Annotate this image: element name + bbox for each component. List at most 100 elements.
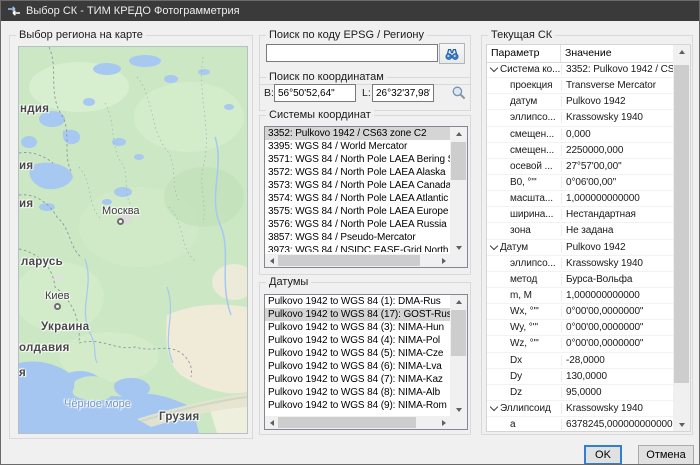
param-row[interactable]: зона Не задана [487, 223, 673, 239]
coordinate-system-item[interactable]: 3352: Pulkovo 1942 / CS63 zone C2 [265, 127, 450, 140]
param-row[interactable]: Dy 130,0000 [487, 369, 673, 385]
chevron-down-icon[interactable] [487, 68, 500, 71]
titlebar[interactable]: Выбор СК - ТИМ КРЕДО Фотограмметрия [1, 1, 699, 21]
map-label-text: ндия [20, 103, 49, 115]
chevron-down-icon[interactable] [487, 181, 500, 184]
scroll-right-arrow-icon[interactable] [437, 254, 450, 267]
scroll-thumb[interactable] [451, 142, 466, 180]
datums-horizontal-scrollbar[interactable] [265, 416, 450, 429]
param-row[interactable]: ширина... Нестандартная [487, 207, 673, 223]
scroll-thumb[interactable] [674, 65, 689, 383]
scroll-thumb[interactable] [278, 255, 420, 266]
scroll-left-arrow-icon[interactable] [265, 254, 278, 267]
chevron-down-icon[interactable] [487, 310, 500, 313]
systems-vertical-scrollbar[interactable] [450, 127, 467, 254]
epsg-search-button[interactable] [439, 43, 465, 64]
systems-horizontal-scrollbar[interactable] [265, 254, 450, 267]
param-row[interactable]: метод Бурса-Вольфа [487, 272, 673, 288]
coord-search-button[interactable] [449, 83, 468, 102]
chevron-down-icon[interactable] [487, 84, 500, 87]
datum-item[interactable]: Pulkovo 1942 to WGS 84 (3): NIMA-Hun [265, 321, 450, 334]
scroll-left-arrow-icon[interactable] [265, 416, 278, 429]
datums-vertical-scrollbar[interactable] [450, 295, 467, 416]
chevron-down-icon[interactable] [487, 229, 500, 232]
table-vertical-scrollbar[interactable] [673, 45, 690, 431]
chevron-down-icon[interactable] [487, 407, 500, 410]
chevron-down-icon[interactable] [487, 165, 500, 168]
scroll-down-arrow-icon[interactable] [450, 403, 467, 416]
chevron-down-icon[interactable] [487, 423, 500, 426]
chevron-down-icon[interactable] [487, 359, 500, 362]
param-row[interactable]: осевой ... 27°57'00,00" [487, 159, 673, 175]
param-row[interactable]: B0, °'" 0°06'00,00" [487, 175, 673, 191]
chevron-down-icon[interactable] [487, 262, 500, 265]
param-row[interactable]: Wx, °'" 0°00'00,0000000" [487, 304, 673, 320]
datum-item[interactable]: Pulkovo 1942 to WGS 84 (1): DMA-Rus [265, 295, 450, 308]
chevron-down-icon[interactable] [487, 326, 500, 329]
datum-item-label: Pulkovo 1942 to WGS 84 (9): NIMA-Rom [268, 400, 447, 411]
coordinate-system-item[interactable]: 3395: WGS 84 / World Mercator [265, 140, 450, 153]
chevron-down-icon[interactable] [487, 197, 500, 200]
datum-item[interactable]: Pulkovo 1942 to WGS 84 (9): NIMA-Rom [265, 399, 450, 412]
chevron-down-icon[interactable] [487, 391, 500, 394]
chevron-down-icon[interactable] [487, 246, 500, 249]
epsg-search-input[interactable] [266, 44, 438, 62]
param-row[interactable]: Эллипсоид Krassowsky 1940 [487, 401, 673, 417]
coordinate-system-item[interactable]: 3576: WGS 84 / North Pole LAEA Russia [265, 218, 450, 231]
datum-item[interactable]: Pulkovo 1942 to WGS 84 (8): NIMA-Alb [265, 386, 450, 399]
scroll-up-arrow-icon[interactable] [450, 295, 467, 308]
param-row[interactable]: датум Pulkovo 1942 [487, 94, 673, 110]
datums-list[interactable]: Pulkovo 1942 to WGS 84 (1): DMA-Rus Pulk… [264, 294, 468, 430]
datum-item[interactable]: Pulkovo 1942 to WGS 84 (17): GOST-Rus [265, 308, 450, 321]
scroll-thumb[interactable] [278, 417, 416, 428]
scroll-up-arrow-icon[interactable] [673, 45, 690, 58]
coordinate-system-item[interactable]: 3574: WGS 84 / North Pole LAEA Atlantic [265, 192, 450, 205]
param-row[interactable]: a 6378245,000000000000 [487, 417, 673, 431]
coordinate-system-item[interactable]: 3973: WGS 84 / NSIDC EASE-Grid North [265, 244, 450, 252]
coordinate-system-item[interactable]: 3575: WGS 84 / North Pole LAEA Europe [265, 205, 450, 218]
param-row[interactable]: Система ко... 3352: Pulkovo 1942 / CS63 … [487, 62, 673, 78]
param-row[interactable]: эллипсо... Krassowsky 1940 [487, 256, 673, 272]
datum-item[interactable]: Pulkovo 1942 to WGS 84 (7): NIMA-Kaz [265, 373, 450, 386]
datum-item[interactable]: Pulkovo 1942 to WGS 84 (5): NIMA-Cze [265, 347, 450, 360]
param-row[interactable]: Wz, °'" 0°00'00,0000000" [487, 336, 673, 352]
coordinate-system-item[interactable]: 3573: WGS 84 / North Pole LAEA Canada [265, 179, 450, 192]
param-value: 0°00'00,0000000" [562, 338, 673, 349]
map-region-picker[interactable]: ндия ия ия Москва [18, 46, 248, 434]
chevron-down-icon[interactable] [487, 100, 500, 103]
param-row[interactable]: смещен... 0,000 [487, 127, 673, 143]
scroll-down-arrow-icon[interactable] [673, 418, 690, 431]
coordinate-system-item[interactable]: 3572: WGS 84 / North Pole LAEA Alaska [265, 166, 450, 179]
scroll-thumb[interactable] [451, 310, 466, 356]
current-cs-table[interactable]: Параметр Значение Система ко... 3352: Pu… [486, 44, 691, 432]
chevron-down-icon[interactable] [487, 342, 500, 345]
chevron-down-icon[interactable] [487, 278, 500, 281]
param-row[interactable]: эллипсо... Krassowsky 1940 [487, 110, 673, 126]
coordinate-system-item[interactable]: 3857: WGS 84 / Pseudo-Mercator [265, 231, 450, 244]
param-row[interactable]: Датум Pulkovo 1942 [487, 240, 673, 256]
chevron-down-icon[interactable] [487, 213, 500, 216]
param-row[interactable]: m, M 1,000000000000 [487, 288, 673, 304]
scroll-down-arrow-icon[interactable] [450, 241, 467, 254]
scroll-right-arrow-icon[interactable] [437, 416, 450, 429]
datum-item[interactable]: Pulkovo 1942 to WGS 84 (6): NIMA-Lva [265, 360, 450, 373]
chevron-down-icon[interactable] [487, 149, 500, 152]
param-row[interactable]: Wy, °'" 0°00'00,0000000" [487, 320, 673, 336]
param-row[interactable]: Dz 95,0000 [487, 385, 673, 401]
ok-button[interactable]: OK [584, 445, 622, 465]
scroll-up-arrow-icon[interactable] [450, 127, 467, 140]
chevron-down-icon[interactable] [487, 375, 500, 378]
chevron-down-icon[interactable] [487, 294, 500, 297]
coordinate-systems-list[interactable]: 3352: Pulkovo 1942 / CS63 zone C2 3395: … [264, 126, 468, 268]
longitude-input[interactable] [372, 84, 434, 102]
param-row[interactable]: масшта... 1,000000000000 [487, 191, 673, 207]
param-row[interactable]: Dx -28,0000 [487, 353, 673, 369]
cancel-button[interactable]: Отмена [638, 445, 694, 465]
chevron-down-icon[interactable] [487, 116, 500, 119]
chevron-down-icon[interactable] [487, 133, 500, 136]
param-row[interactable]: смещен... 2250000,000 [487, 143, 673, 159]
latitude-input[interactable] [274, 84, 356, 102]
coordinate-system-item[interactable]: 3571: WGS 84 / North Pole LAEA Bering Se… [265, 153, 450, 166]
datum-item[interactable]: Pulkovo 1942 to WGS 84 (4): NIMA-Pol [265, 334, 450, 347]
param-row[interactable]: проекция Transverse Mercator [487, 78, 673, 94]
